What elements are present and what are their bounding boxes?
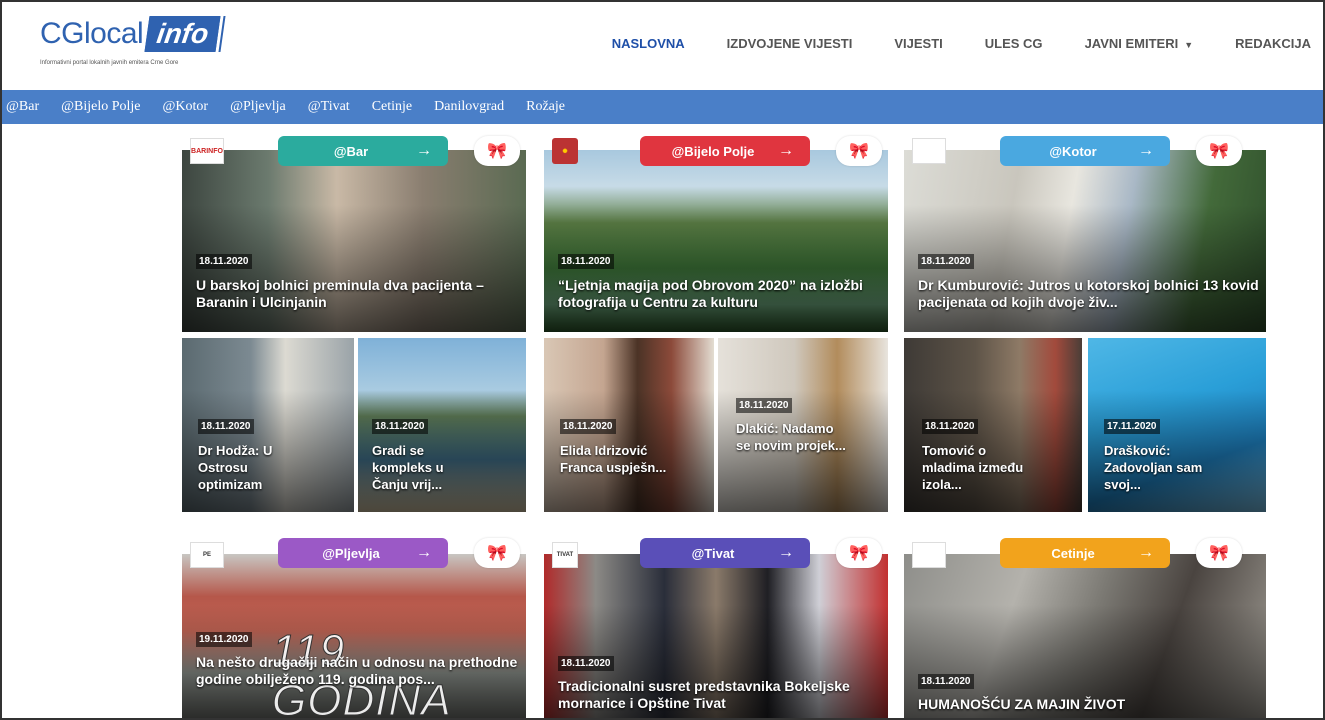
story-title: Tomović o mladima između izola... xyxy=(922,443,1024,492)
caret-down-icon: ▼ xyxy=(1184,40,1194,50)
story-title: HUMANOŠĆU ZA MAJIN ŽIVOT xyxy=(918,696,1126,712)
subnav-cetinje[interactable]: Cetinje xyxy=(372,99,412,115)
arrow-right-icon: → xyxy=(1138,142,1154,159)
nav-naslovna[interactable]: NASLOVNA xyxy=(612,36,685,51)
story-title: Gradi se kompleks u Čanju vrij... xyxy=(372,443,444,492)
tag-label: @Kotor xyxy=(1049,143,1097,159)
subnav-rozaje[interactable]: Rožaje xyxy=(526,99,565,115)
arrow-right-icon: → xyxy=(1138,544,1154,561)
logo-name: CGlocal xyxy=(40,17,144,50)
sub-story-card[interactable]: 17.11.2020 Drašković: Zadovoljan sam svo… xyxy=(1088,338,1266,512)
story-title: “Ljetnja magija pod Obrovom 2020” na izl… xyxy=(558,277,863,310)
story-title: Drašković: Zadovoljan sam svoj... xyxy=(1104,443,1203,492)
bow-icon[interactable]: 🎀 xyxy=(474,538,520,568)
story-title: Dr Kumburović: Jutros u kotorskoj bolnic… xyxy=(918,277,1259,310)
tag-tivat[interactable]: @Tivat → xyxy=(640,538,810,568)
sub-story-card[interactable]: 18.11.2020 Dlakić: Nadamo se novim proje… xyxy=(718,338,888,512)
story-date: 18.11.2020 xyxy=(922,419,978,434)
arrow-right-icon: → xyxy=(778,142,794,159)
subnav-danilovgrad[interactable]: Danilovgrad xyxy=(434,99,504,115)
main-nav: NASLOVNA IZDVOJENE VIJESTI VIJESTI ULES … xyxy=(570,36,1311,51)
bow-glyph: 🎀 xyxy=(487,545,507,562)
nav-redakcija[interactable]: REDAKCIJA xyxy=(1235,36,1311,51)
story-date: 18.11.2020 xyxy=(918,674,974,689)
tag-bijelo-polje[interactable]: @Bijelo Polje → xyxy=(640,136,810,166)
bow-icon[interactable]: 🎀 xyxy=(1196,538,1242,568)
subnav-kotor[interactable]: @Kotor xyxy=(163,99,209,115)
main-story-card[interactable]: 18.11.2020 U barskoj bolnici preminula d… xyxy=(182,150,526,332)
sub-story-card[interactable]: 18.11.2020 Tomović o mladima između izol… xyxy=(904,338,1082,512)
bijelo-polje-source-logo: ✺ xyxy=(552,138,578,164)
sub-story-card[interactable]: 18.11.2020 Elida Idrizović Franca uspješ… xyxy=(544,338,714,512)
tag-label: @Pljevlja xyxy=(322,545,380,561)
main-story-card[interactable]: 18.11.2020 Tradicionalni susret predstav… xyxy=(544,554,888,718)
bow-glyph: 🎀 xyxy=(849,545,869,562)
tag-label: @Bar xyxy=(333,143,369,159)
main-story-card[interactable]: 18.11.2020 Dr Kumburović: Jutros u kotor… xyxy=(904,150,1266,332)
subnav-bar[interactable]: @Bar xyxy=(6,99,39,115)
main-story-card[interactable]: 18.11.2020 “Ljetnja magija pod Obrovom 2… xyxy=(544,150,888,332)
bar-source-logo: BARINFO xyxy=(190,138,224,164)
tag-bar[interactable]: @Bar → xyxy=(278,136,448,166)
story-date: 18.11.2020 xyxy=(918,254,974,269)
tag-pljevlja[interactable]: @Pljevlja → xyxy=(278,538,448,568)
local-nav-bar: @Bar @Bijelo Polje @Kotor @Pljevlja @Tiv… xyxy=(2,90,1323,124)
bow-icon[interactable]: 🎀 xyxy=(1196,136,1242,166)
tag-label: @Tivat xyxy=(691,545,735,561)
story-date: 18.11.2020 xyxy=(372,419,428,434)
story-date: 18.11.2020 xyxy=(558,656,614,671)
bow-glyph: 🎀 xyxy=(487,143,507,160)
kotor-source-logo xyxy=(912,138,946,164)
story-date: 18.11.2020 xyxy=(198,419,254,434)
tag-label: @Bijelo Polje xyxy=(671,143,755,159)
tag-label: Cetinje xyxy=(1051,545,1095,561)
main-story-card[interactable]: 18.11.2020 HUMANOŠĆU ZA MAJIN ŽIVOT xyxy=(904,554,1266,718)
site-header: CGlocal info Informativni portal lokalnih… xyxy=(2,2,1323,90)
story-title: Dr Hodža: U Ostrosu optimizam xyxy=(198,443,273,492)
story-date: 17.11.2020 xyxy=(1104,419,1160,434)
logo-box: info xyxy=(144,16,222,52)
subnav-bijelo-polje[interactable]: @Bijelo Polje xyxy=(61,99,140,115)
sub-story-card[interactable]: 18.11.2020 Dr Hodža: U Ostrosu optimizam xyxy=(182,338,354,512)
bow-glyph: 🎀 xyxy=(1209,143,1229,160)
main-story-card[interactable]: 119 GODINA 19.11.2020 Na nešto drugačiji… xyxy=(182,554,526,718)
page: CGlocal info Informativni portal lokalnih… xyxy=(0,0,1325,720)
site-logo[interactable]: CGlocal info Informativni portal lokalnih… xyxy=(40,16,222,66)
nav-javni-emiteri-label: JAVNI EMITERI xyxy=(1084,36,1179,51)
arrow-right-icon: → xyxy=(778,544,794,561)
logo-tagline: Informativni portal lokalnih javnih emit… xyxy=(40,60,179,66)
arrow-right-icon: → xyxy=(416,142,432,159)
story-title: Na nešto drugačiji način u odnosu na pre… xyxy=(196,654,518,687)
bow-icon[interactable]: 🎀 xyxy=(836,538,882,568)
story-date: 18.11.2020 xyxy=(560,419,616,434)
nav-vijesti[interactable]: VIJESTI xyxy=(894,36,942,51)
subnav-tivat[interactable]: @Tivat xyxy=(308,99,350,115)
pljevlja-source-logo: PE xyxy=(190,542,224,568)
subnav-pljevlja[interactable]: @Pljevlja xyxy=(230,99,286,115)
nav-javni-emiteri[interactable]: JAVNI EMITERI ▼ xyxy=(1085,36,1194,51)
sub-story-card[interactable]: 18.11.2020 Gradi se kompleks u Čanju vri… xyxy=(358,338,526,512)
bow-icon[interactable]: 🎀 xyxy=(474,136,520,166)
story-date: 19.11.2020 xyxy=(196,632,252,647)
nav-izdvojene-vijesti[interactable]: IZDVOJENE VIJESTI xyxy=(727,36,853,51)
bow-glyph: 🎀 xyxy=(1209,545,1229,562)
cetinje-source-logo xyxy=(912,542,946,568)
story-title: Tradicionalni susret predstavnika Bokelj… xyxy=(558,678,850,711)
arrow-right-icon: → xyxy=(416,544,432,561)
tag-cetinje[interactable]: Cetinje → xyxy=(1000,538,1170,568)
nav-ules-cg[interactable]: ULES CG xyxy=(985,36,1043,51)
story-date: 18.11.2020 xyxy=(196,254,252,269)
bow-icon[interactable]: 🎀 xyxy=(836,136,882,166)
story-title: U barskoj bolnici preminula dva pacijent… xyxy=(196,277,484,310)
story-title: Dlakić: Nadamo se novim projek... xyxy=(736,421,846,453)
story-date: 18.11.2020 xyxy=(558,254,614,269)
tivat-source-logo: TIVAT xyxy=(552,542,578,568)
bow-glyph: 🎀 xyxy=(849,143,869,160)
story-date: 18.11.2020 xyxy=(736,398,792,413)
tag-kotor[interactable]: @Kotor → xyxy=(1000,136,1170,166)
story-title: Elida Idrizović Franca uspješn... xyxy=(560,443,667,475)
